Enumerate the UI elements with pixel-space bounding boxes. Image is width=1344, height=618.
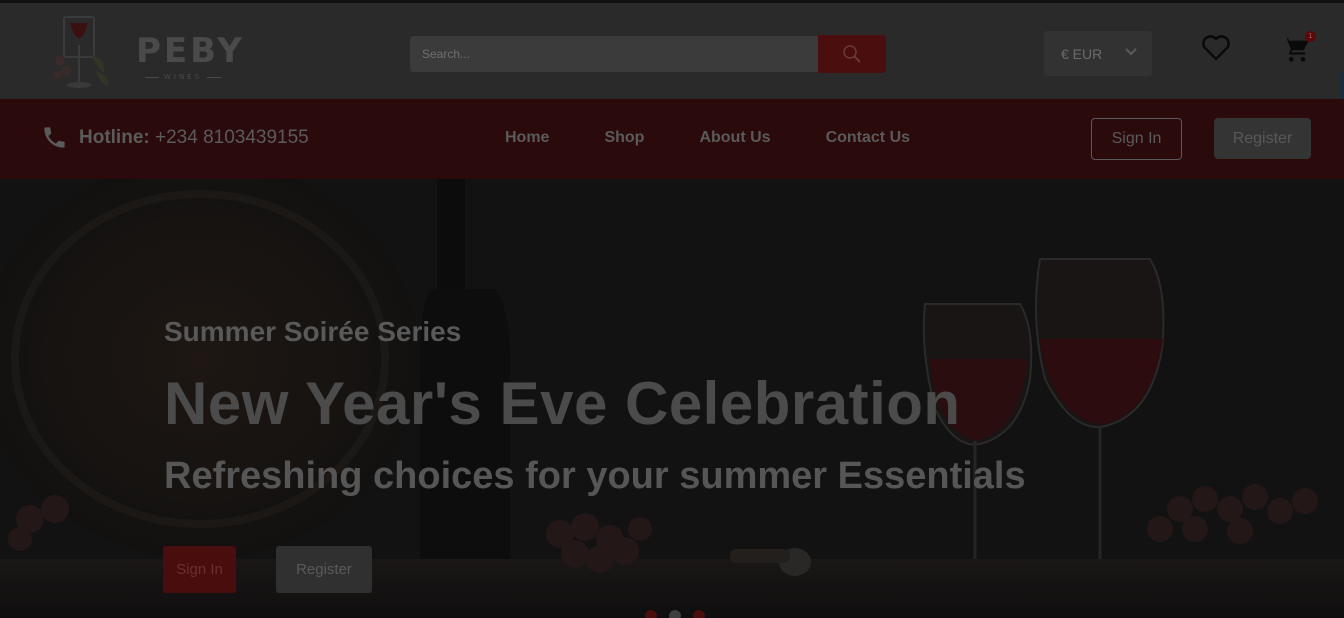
hotline-label: Hotline: [79, 126, 150, 148]
hotline-text: Hotline: +234 8103439155 [79, 127, 309, 149]
nav-sign-in-button[interactable]: Sign In [1091, 118, 1182, 160]
carousel-dot-active[interactable] [669, 610, 681, 618]
nav-item-shop[interactable]: Shop [604, 129, 644, 147]
hero-tagline: Refreshing choices for your summer Essen… [164, 455, 1026, 497]
search-button[interactable] [818, 35, 886, 73]
carousel-dots [645, 610, 705, 618]
hotline[interactable]: Hotline: +234 8103439155 [41, 124, 309, 151]
carousel-dot[interactable] [645, 610, 657, 618]
hero-banner: Summer Soirée Series New Year's Eve Cele… [0, 179, 1344, 618]
carousel-dot[interactable] [693, 610, 705, 618]
phone-icon [44, 127, 65, 148]
nav-item-contact-us[interactable]: Contact Us [826, 129, 910, 147]
nav-item-about-us[interactable]: About Us [699, 129, 770, 147]
main-menu: Home Shop About Us Contact Us [505, 129, 910, 147]
search-input[interactable] [410, 36, 818, 72]
nav-item-home[interactable]: Home [505, 129, 549, 147]
nav-register-button[interactable]: Register [1214, 118, 1311, 159]
nav-bar: Hotline: +234 8103439155 Home Shop About… [0, 99, 1344, 179]
hotline-number: +234 8103439155 [155, 126, 309, 148]
hero-register-button[interactable]: Register [276, 546, 372, 593]
brand-name: PEBY [136, 31, 245, 71]
search-icon [843, 45, 861, 63]
currency-selector[interactable]: € EUR [1044, 31, 1152, 76]
top-header: PEBY WINES € EUR 1 [0, 0, 1344, 103]
hero-sign-in-button[interactable]: Sign In [163, 546, 236, 593]
hero-subtitle: Summer Soirée Series [164, 316, 462, 347]
search-bar [410, 35, 886, 73]
chevron-down-icon [1125, 48, 1137, 56]
cart-count-badge: 1 [1305, 31, 1316, 42]
brand-subtitle: WINES [138, 73, 228, 81]
brand-logo[interactable]: PEBY WINES [48, 15, 242, 95]
heart-icon[interactable] [1201, 34, 1231, 61]
hero-title: New Year's Eve Celebration [164, 370, 961, 437]
currency-value: € EUR [1061, 45, 1103, 62]
wine-glass-logo-icon [54, 16, 109, 88]
